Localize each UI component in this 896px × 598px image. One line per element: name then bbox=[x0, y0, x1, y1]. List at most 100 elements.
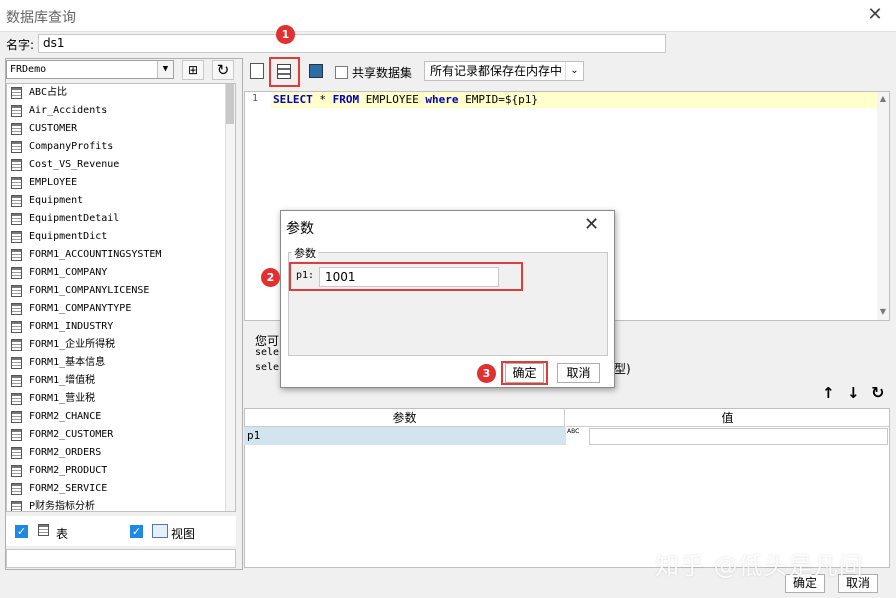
table-item-label: Cost_VS_Revenue bbox=[29, 159, 120, 170]
table-list-item[interactable]: FORM1_营业税 bbox=[9, 390, 229, 408]
sql-line[interactable]: SELECT * FROM EMPLOYEE where EMPID=${p1} bbox=[271, 92, 877, 108]
connection-select[interactable]: FRDemo ▼ bbox=[6, 60, 174, 79]
table-icon bbox=[11, 393, 22, 405]
table-item-label: EMPLOYEE bbox=[29, 177, 78, 188]
table-icon bbox=[11, 123, 22, 135]
table-list-item[interactable]: FORM1_COMPANYLICENSE bbox=[9, 282, 229, 300]
edit-connection-icon[interactable]: ⊞ bbox=[182, 60, 204, 80]
table-filter-label: 表 bbox=[56, 527, 69, 541]
column-header-param[interactable]: 参数 bbox=[245, 409, 565, 427]
name-input[interactable]: ds1 bbox=[38, 34, 666, 53]
table-item-label: FORM1_COMPANYLICENSE bbox=[29, 285, 150, 296]
table-icon bbox=[38, 524, 50, 538]
chevron-down-icon: ▼ bbox=[157, 61, 173, 78]
param-p1-input[interactable]: 1001 bbox=[319, 267, 499, 287]
save-icon[interactable] bbox=[309, 64, 323, 78]
table-list-item[interactable]: FORM1_基本信息 bbox=[9, 354, 229, 372]
table-icon bbox=[11, 501, 22, 511]
table-item-label: FORM1_企业所得税 bbox=[29, 339, 116, 350]
table-list-scroll-thumb[interactable] bbox=[226, 84, 234, 124]
table-list-item[interactable]: EMPLOYEE bbox=[9, 174, 229, 192]
share-label: 共享数据集 bbox=[352, 66, 413, 80]
table-icon bbox=[11, 321, 22, 333]
dialog-title: 参数 bbox=[286, 221, 314, 237]
table-icon bbox=[11, 141, 22, 153]
table-list-item[interactable]: FORM1_增值税 bbox=[9, 372, 229, 390]
type-abc-icon[interactable]: ABC bbox=[566, 427, 588, 445]
table-list-item[interactable]: FORM2_SERVICE bbox=[9, 480, 229, 498]
close-icon[interactable]: ✕ bbox=[864, 4, 886, 26]
scroll-up-icon[interactable]: ▲ bbox=[877, 94, 889, 103]
name-label: 名字: bbox=[6, 38, 35, 52]
table-item-label: CUSTOMER bbox=[29, 123, 78, 134]
table-list-item[interactable]: ABC占比 bbox=[9, 84, 229, 102]
table-icon bbox=[11, 231, 22, 243]
table-list-item[interactable]: CompanyProfits bbox=[9, 138, 229, 156]
table-list-item[interactable]: Air_Accidents bbox=[9, 102, 229, 120]
column-header-value[interactable]: 值 bbox=[566, 409, 889, 427]
window-title: 数据库查询 bbox=[6, 10, 76, 26]
table-icon bbox=[11, 411, 22, 423]
table-item-label: FORM1_基本信息 bbox=[29, 357, 106, 368]
table-list-item[interactable]: FORM1_ACCOUNTINGSYSTEM bbox=[9, 246, 229, 264]
table-icon bbox=[11, 465, 22, 477]
table-filter-checkbox[interactable]: ✓ bbox=[15, 525, 28, 538]
param-p1-label: p1: bbox=[296, 270, 315, 281]
table-icon bbox=[11, 87, 22, 99]
table-list-item[interactable]: EquipmentDict bbox=[9, 228, 229, 246]
table-list-item[interactable]: FORM1_COMPANYTYPE bbox=[9, 300, 229, 318]
editor-scrollbar[interactable] bbox=[877, 92, 889, 320]
move-up-icon[interactable]: ↑ bbox=[822, 384, 835, 402]
move-down-icon[interactable]: ↓ bbox=[847, 384, 860, 402]
step-badge-1: 1 bbox=[276, 25, 295, 44]
step-badge-2: 2 bbox=[261, 268, 280, 287]
table-icon bbox=[11, 357, 22, 369]
table-item-label: FORM1_营业税 bbox=[29, 393, 96, 404]
table-icon bbox=[11, 483, 22, 495]
parameter-group-label: 参数 bbox=[292, 245, 318, 261]
param-row-name[interactable]: p1 bbox=[244, 427, 566, 445]
share-checkbox[interactable] bbox=[335, 66, 348, 79]
preview-icon[interactable] bbox=[250, 63, 264, 79]
table-list-item[interactable]: FORM2_CHANCE bbox=[9, 408, 229, 426]
table-list-item[interactable]: Equipment bbox=[9, 192, 229, 210]
table-icon bbox=[11, 339, 22, 351]
table-list-item[interactable]: CUSTOMER bbox=[9, 120, 229, 138]
table-list-item[interactable]: P财务指标分析 bbox=[9, 498, 229, 511]
sql-table: EMPLOYEE bbox=[359, 93, 426, 106]
table-icon bbox=[11, 303, 22, 315]
table-icon bbox=[11, 375, 22, 387]
table-item-label: FORM1_增值税 bbox=[29, 375, 96, 386]
line-number: 1 bbox=[252, 93, 259, 104]
hint-line-3: sele bbox=[255, 362, 280, 373]
table-list-item[interactable]: FORM1_COMPANY bbox=[9, 264, 229, 282]
table-list-item[interactable]: FORM1_企业所得税 bbox=[9, 336, 229, 354]
table-list-scrollbar[interactable] bbox=[225, 84, 235, 511]
hint-suffix: 型) bbox=[614, 362, 631, 376]
view-filter-checkbox[interactable]: ✓ bbox=[130, 525, 143, 538]
scroll-down-icon[interactable]: ▼ bbox=[877, 307, 889, 316]
table-list-item[interactable]: FORM1_INDUSTRY bbox=[9, 318, 229, 336]
param-value-input[interactable] bbox=[589, 428, 888, 445]
table-list-item[interactable]: FORM2_CUSTOMER bbox=[9, 426, 229, 444]
storage-select[interactable]: 所有记录都保存在内存中 ⌄ bbox=[424, 61, 584, 81]
table-item-label: FORM2_ORDERS bbox=[29, 447, 102, 458]
refresh-icon[interactable]: ↻ bbox=[212, 60, 234, 80]
table-list-item[interactable]: FORM2_PRODUCT bbox=[9, 462, 229, 480]
parameter-icon[interactable] bbox=[277, 64, 291, 79]
table-list-item[interactable]: FORM2_ORDERS bbox=[9, 444, 229, 462]
table-item-label: Equipment bbox=[29, 195, 84, 206]
dialog-cancel-button[interactable]: 取消 bbox=[557, 363, 600, 383]
dialog-close-icon[interactable]: ✕ bbox=[584, 214, 599, 235]
table-search-input[interactable] bbox=[6, 549, 236, 568]
table-item-label: Air_Accidents bbox=[29, 105, 108, 116]
table-list-item[interactable]: Cost_VS_Revenue bbox=[9, 156, 229, 174]
table-item-label: FORM1_COMPANYTYPE bbox=[29, 303, 132, 314]
table-list-item[interactable]: EquipmentDetail bbox=[9, 210, 229, 228]
table-item-label: FORM1_INDUSTRY bbox=[29, 321, 114, 332]
hint-line-2: sele bbox=[255, 347, 280, 358]
table-icon bbox=[11, 159, 22, 171]
sql-star: * bbox=[312, 93, 333, 106]
refresh-params-icon[interactable]: ↻ bbox=[871, 383, 884, 402]
dialog-ok-button[interactable]: 确定 bbox=[505, 363, 544, 383]
